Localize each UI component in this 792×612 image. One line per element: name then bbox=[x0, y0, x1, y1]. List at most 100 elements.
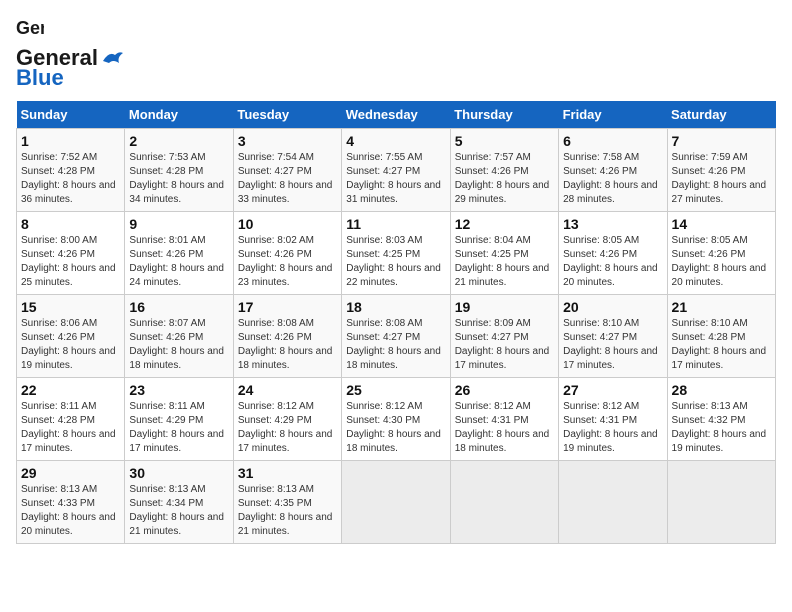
header-monday: Monday bbox=[125, 101, 233, 129]
day-number: 20 bbox=[563, 299, 662, 315]
day-info: Sunrise: 7:57 AM Sunset: 4:26 PM Dayligh… bbox=[455, 151, 554, 207]
day-number: 22 bbox=[21, 382, 120, 398]
day-cell: 31 Sunrise: 8:13 AM Sunset: 4:35 PM Dayl… bbox=[233, 461, 341, 544]
logo-blue: Blue bbox=[16, 65, 64, 91]
logo: General General Blue bbox=[16, 16, 123, 91]
day-number: 24 bbox=[238, 382, 337, 398]
day-cell: 22 Sunrise: 8:11 AM Sunset: 4:28 PM Dayl… bbox=[17, 378, 125, 461]
day-cell: 11 Sunrise: 8:03 AM Sunset: 4:25 PM Dayl… bbox=[342, 212, 450, 295]
day-cell: 25 Sunrise: 8:12 AM Sunset: 4:30 PM Dayl… bbox=[342, 378, 450, 461]
day-number: 28 bbox=[672, 382, 771, 398]
day-info: Sunrise: 8:13 AM Sunset: 4:35 PM Dayligh… bbox=[238, 483, 337, 539]
day-cell: 10 Sunrise: 8:02 AM Sunset: 4:26 PM Dayl… bbox=[233, 212, 341, 295]
day-number: 9 bbox=[129, 216, 228, 232]
day-number: 11 bbox=[346, 216, 445, 232]
day-number: 26 bbox=[455, 382, 554, 398]
day-number: 21 bbox=[672, 299, 771, 315]
day-number: 10 bbox=[238, 216, 337, 232]
day-info: Sunrise: 8:12 AM Sunset: 4:29 PM Dayligh… bbox=[238, 400, 337, 456]
day-cell: 19 Sunrise: 8:09 AM Sunset: 4:27 PM Dayl… bbox=[450, 295, 558, 378]
day-info: Sunrise: 7:52 AM Sunset: 4:28 PM Dayligh… bbox=[21, 151, 120, 207]
day-cell: 5 Sunrise: 7:57 AM Sunset: 4:26 PM Dayli… bbox=[450, 129, 558, 212]
day-number: 17 bbox=[238, 299, 337, 315]
day-info: Sunrise: 7:58 AM Sunset: 4:26 PM Dayligh… bbox=[563, 151, 662, 207]
day-cell: 30 Sunrise: 8:13 AM Sunset: 4:34 PM Dayl… bbox=[125, 461, 233, 544]
day-cell: 17 Sunrise: 8:08 AM Sunset: 4:26 PM Dayl… bbox=[233, 295, 341, 378]
day-number: 30 bbox=[129, 465, 228, 481]
day-cell: 20 Sunrise: 8:10 AM Sunset: 4:27 PM Dayl… bbox=[559, 295, 667, 378]
day-info: Sunrise: 8:08 AM Sunset: 4:27 PM Dayligh… bbox=[346, 317, 445, 373]
day-number: 5 bbox=[455, 133, 554, 149]
calendar-body: 1 Sunrise: 7:52 AM Sunset: 4:28 PM Dayli… bbox=[17, 129, 776, 544]
day-cell: 12 Sunrise: 8:04 AM Sunset: 4:25 PM Dayl… bbox=[450, 212, 558, 295]
logo-bird-icon bbox=[101, 49, 123, 67]
week-row-1: 1 Sunrise: 7:52 AM Sunset: 4:28 PM Dayli… bbox=[17, 129, 776, 212]
day-cell: 7 Sunrise: 7:59 AM Sunset: 4:26 PM Dayli… bbox=[667, 129, 775, 212]
day-info: Sunrise: 8:11 AM Sunset: 4:29 PM Dayligh… bbox=[129, 400, 228, 456]
day-cell: 14 Sunrise: 8:05 AM Sunset: 4:26 PM Dayl… bbox=[667, 212, 775, 295]
day-info: Sunrise: 8:07 AM Sunset: 4:26 PM Dayligh… bbox=[129, 317, 228, 373]
day-info: Sunrise: 8:02 AM Sunset: 4:26 PM Dayligh… bbox=[238, 234, 337, 290]
day-info: Sunrise: 8:10 AM Sunset: 4:27 PM Dayligh… bbox=[563, 317, 662, 373]
day-cell: 9 Sunrise: 8:01 AM Sunset: 4:26 PM Dayli… bbox=[125, 212, 233, 295]
day-cell bbox=[559, 461, 667, 544]
day-cell bbox=[342, 461, 450, 544]
day-cell: 6 Sunrise: 7:58 AM Sunset: 4:26 PM Dayli… bbox=[559, 129, 667, 212]
day-number: 18 bbox=[346, 299, 445, 315]
week-row-5: 29 Sunrise: 8:13 AM Sunset: 4:33 PM Dayl… bbox=[17, 461, 776, 544]
header-wednesday: Wednesday bbox=[342, 101, 450, 129]
calendar-table: SundayMondayTuesdayWednesdayThursdayFrid… bbox=[16, 101, 776, 544]
header-friday: Friday bbox=[559, 101, 667, 129]
day-cell: 23 Sunrise: 8:11 AM Sunset: 4:29 PM Dayl… bbox=[125, 378, 233, 461]
day-cell: 4 Sunrise: 7:55 AM Sunset: 4:27 PM Dayli… bbox=[342, 129, 450, 212]
day-cell bbox=[450, 461, 558, 544]
header-thursday: Thursday bbox=[450, 101, 558, 129]
day-info: Sunrise: 8:10 AM Sunset: 4:28 PM Dayligh… bbox=[672, 317, 771, 373]
day-info: Sunrise: 7:55 AM Sunset: 4:27 PM Dayligh… bbox=[346, 151, 445, 207]
day-cell: 24 Sunrise: 8:12 AM Sunset: 4:29 PM Dayl… bbox=[233, 378, 341, 461]
week-row-4: 22 Sunrise: 8:11 AM Sunset: 4:28 PM Dayl… bbox=[17, 378, 776, 461]
day-number: 6 bbox=[563, 133, 662, 149]
day-info: Sunrise: 8:05 AM Sunset: 4:26 PM Dayligh… bbox=[672, 234, 771, 290]
logo-icon: General bbox=[16, 16, 44, 45]
day-cell: 28 Sunrise: 8:13 AM Sunset: 4:32 PM Dayl… bbox=[667, 378, 775, 461]
day-info: Sunrise: 8:13 AM Sunset: 4:32 PM Dayligh… bbox=[672, 400, 771, 456]
day-cell: 3 Sunrise: 7:54 AM Sunset: 4:27 PM Dayli… bbox=[233, 129, 341, 212]
day-number: 16 bbox=[129, 299, 228, 315]
day-cell: 16 Sunrise: 8:07 AM Sunset: 4:26 PM Dayl… bbox=[125, 295, 233, 378]
week-row-2: 8 Sunrise: 8:00 AM Sunset: 4:26 PM Dayli… bbox=[17, 212, 776, 295]
day-number: 23 bbox=[129, 382, 228, 398]
header-sunday: Sunday bbox=[17, 101, 125, 129]
day-cell: 8 Sunrise: 8:00 AM Sunset: 4:26 PM Dayli… bbox=[17, 212, 125, 295]
day-info: Sunrise: 8:12 AM Sunset: 4:30 PM Dayligh… bbox=[346, 400, 445, 456]
header-saturday: Saturday bbox=[667, 101, 775, 129]
day-info: Sunrise: 8:03 AM Sunset: 4:25 PM Dayligh… bbox=[346, 234, 445, 290]
day-info: Sunrise: 8:12 AM Sunset: 4:31 PM Dayligh… bbox=[455, 400, 554, 456]
day-number: 7 bbox=[672, 133, 771, 149]
day-cell: 29 Sunrise: 8:13 AM Sunset: 4:33 PM Dayl… bbox=[17, 461, 125, 544]
day-number: 25 bbox=[346, 382, 445, 398]
calendar-header-row: SundayMondayTuesdayWednesdayThursdayFrid… bbox=[17, 101, 776, 129]
header-tuesday: Tuesday bbox=[233, 101, 341, 129]
day-cell: 21 Sunrise: 8:10 AM Sunset: 4:28 PM Dayl… bbox=[667, 295, 775, 378]
day-info: Sunrise: 8:06 AM Sunset: 4:26 PM Dayligh… bbox=[21, 317, 120, 373]
day-cell: 15 Sunrise: 8:06 AM Sunset: 4:26 PM Dayl… bbox=[17, 295, 125, 378]
day-info: Sunrise: 7:54 AM Sunset: 4:27 PM Dayligh… bbox=[238, 151, 337, 207]
day-number: 3 bbox=[238, 133, 337, 149]
day-info: Sunrise: 8:11 AM Sunset: 4:28 PM Dayligh… bbox=[21, 400, 120, 456]
day-info: Sunrise: 8:13 AM Sunset: 4:33 PM Dayligh… bbox=[21, 483, 120, 539]
day-number: 19 bbox=[455, 299, 554, 315]
day-number: 27 bbox=[563, 382, 662, 398]
day-number: 12 bbox=[455, 216, 554, 232]
day-info: Sunrise: 8:09 AM Sunset: 4:27 PM Dayligh… bbox=[455, 317, 554, 373]
day-cell: 2 Sunrise: 7:53 AM Sunset: 4:28 PM Dayli… bbox=[125, 129, 233, 212]
day-number: 8 bbox=[21, 216, 120, 232]
day-number: 1 bbox=[21, 133, 120, 149]
day-cell: 27 Sunrise: 8:12 AM Sunset: 4:31 PM Dayl… bbox=[559, 378, 667, 461]
day-info: Sunrise: 8:00 AM Sunset: 4:26 PM Dayligh… bbox=[21, 234, 120, 290]
day-cell: 26 Sunrise: 8:12 AM Sunset: 4:31 PM Dayl… bbox=[450, 378, 558, 461]
day-info: Sunrise: 8:01 AM Sunset: 4:26 PM Dayligh… bbox=[129, 234, 228, 290]
day-cell: 1 Sunrise: 7:52 AM Sunset: 4:28 PM Dayli… bbox=[17, 129, 125, 212]
day-info: Sunrise: 8:05 AM Sunset: 4:26 PM Dayligh… bbox=[563, 234, 662, 290]
day-info: Sunrise: 7:53 AM Sunset: 4:28 PM Dayligh… bbox=[129, 151, 228, 207]
